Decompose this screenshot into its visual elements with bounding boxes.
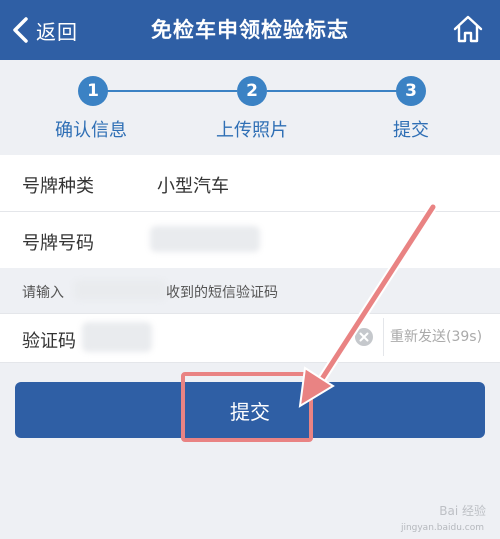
plate-type-value: 小型汽车: [157, 176, 229, 197]
plate-type-row: 号牌种类 小型汽车: [0, 155, 500, 212]
step-1-label: 确认信息: [55, 120, 127, 141]
step-2-circle: 2: [237, 76, 267, 106]
header-bar: 返回 免检车申领检验标志: [0, 0, 500, 60]
watermark-logo: Bai 经验: [439, 504, 486, 518]
code-label: 验证码: [22, 331, 76, 352]
plate-number-label: 号牌号码: [22, 233, 94, 254]
hint-suffix: 收到的短信验证码: [166, 285, 278, 301]
step-connector: [267, 90, 397, 92]
hint-prefix: 请输入: [22, 285, 64, 301]
annotation-highlight-box: [181, 372, 313, 442]
resend-code-button[interactable]: 重新发送(39s): [390, 326, 482, 346]
home-icon[interactable]: [452, 13, 484, 45]
step-3-circle: 3: [396, 76, 426, 106]
page-title: 免检车申领检验标志: [151, 18, 349, 42]
clear-icon[interactable]: [354, 327, 374, 347]
phone-number-redacted: [74, 280, 166, 300]
step-1-circle: 1: [78, 76, 108, 106]
step-3-label: 提交: [393, 120, 429, 141]
field-divider: [383, 318, 384, 356]
step-indicator: 1 2 3 确认信息 上传照片 提交: [0, 60, 500, 155]
step-2-label: 上传照片: [216, 120, 288, 141]
plate-number-row: 号牌号码: [0, 212, 500, 269]
plate-number-value-redacted: [150, 226, 260, 252]
code-input[interactable]: [82, 322, 152, 352]
plate-type-label: 号牌种类: [22, 176, 94, 197]
sms-hint: 请输入 收到的短信验证码: [0, 268, 500, 313]
step-connector: [107, 90, 237, 92]
watermark-url: jingyan.baidu.com: [400, 523, 484, 533]
